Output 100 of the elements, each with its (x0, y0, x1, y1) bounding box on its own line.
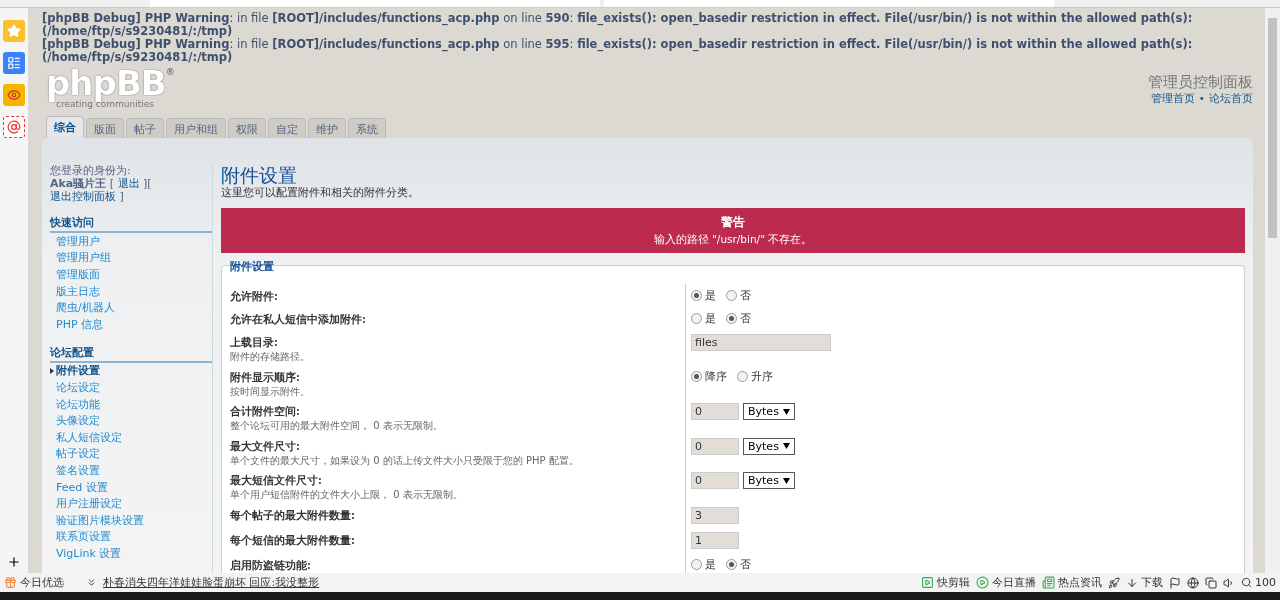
gift-icon (4, 576, 17, 589)
status-item[interactable]: 下载 (1141, 575, 1163, 590)
flag-icon[interactable] (1169, 576, 1181, 589)
radio-button[interactable] (737, 370, 748, 382)
scrollbar[interactable] (1265, 8, 1280, 573)
sidebar-item[interactable]: 头像设定 (50, 412, 212, 429)
sidebar-item[interactable]: 爬虫/机器人 (50, 299, 212, 316)
radio-button[interactable] (726, 558, 737, 570)
setting-description: 单个文件的最大尺寸，如果设为 0 的话上传文件大小只受限于您的 PHP 配置。 (230, 453, 580, 468)
nav-tab[interactable]: 维护 (308, 118, 346, 138)
globe-icon[interactable] (1187, 576, 1199, 589)
option-label: 升序 (751, 368, 773, 384)
setting-description: 附件的存储路径。 (230, 350, 311, 364)
setting-label: 允许在私人短信中添加附件: (230, 313, 367, 327)
sidebar-item[interactable]: Feed 设置 (50, 478, 212, 496)
unit-dropdown[interactable]: Bytes (743, 437, 795, 455)
input-field[interactable]: files (691, 334, 831, 351)
sidebar-item[interactable]: 用户注册设定 (50, 495, 212, 512)
caret-icon (782, 477, 790, 484)
sidebar-item[interactable]: 私人短信设定 (50, 428, 212, 446)
setting-label: 附件显示顺序: (230, 370, 301, 385)
sidebar-item[interactable]: 管理用户组 (50, 249, 212, 267)
setting-description: 按时间显示附件。 (230, 384, 311, 399)
option-label: 否 (740, 311, 751, 326)
radio-button[interactable] (726, 290, 737, 301)
bracket: [ (109, 177, 115, 190)
sidebar-item[interactable]: 论坛设定 (50, 379, 212, 396)
warning-message: 输入的路径 "/usr/bin/" 不存在。 (652, 233, 814, 247)
user-link[interactable]: 退出 (117, 177, 140, 190)
setting-description: 整个论坛可用的最大附件空间， 0 表示无限制。 (230, 419, 444, 433)
nav-tab[interactable]: 系统 (348, 118, 386, 138)
sidebar-item[interactable]: VigLink 设置 (50, 545, 212, 562)
input-field[interactable]: 3 (691, 506, 739, 524)
status-icon (921, 576, 934, 589)
nav-tab[interactable]: 综合 (46, 116, 84, 138)
section-title: 快速访问 (50, 215, 212, 233)
setting-label: 最大文件尺寸: (230, 439, 301, 454)
status-item[interactable]: 热点资讯 (1058, 575, 1102, 590)
option-label: 是 (705, 288, 716, 303)
sidebar-item[interactable]: 验证图片模块设置 (50, 511, 212, 529)
input-field[interactable]: 0 (691, 437, 739, 455)
input-field[interactable]: 0 (691, 403, 739, 420)
unit-dropdown[interactable]: Bytes (743, 403, 795, 420)
page-title: 附件设置 (221, 164, 298, 186)
sidebar-item[interactable]: 管理版面 (50, 266, 212, 283)
nav-tab[interactable]: 自定 (268, 118, 306, 138)
nav-tab[interactable]: 用户和组 (166, 118, 226, 138)
news-link[interactable]: 朴春消失四年洋娃娃脸蛋崩坏 回应:我没整形 (103, 575, 320, 590)
status-item[interactable]: 今日直播 (992, 575, 1036, 590)
nav-tab[interactable]: 权限 (228, 118, 266, 138)
status-item[interactable]: 快剪辑 (937, 575, 970, 590)
radio-button[interactable] (691, 370, 702, 382)
sidebar-item[interactable]: 版主日志 (50, 282, 212, 300)
at-icon[interactable] (3, 116, 25, 138)
status-icon (1042, 576, 1055, 589)
sidebar-item[interactable]: 管理用户 (50, 233, 212, 250)
input-field[interactable]: 0 (691, 472, 739, 489)
user-link[interactable]: 退出控制面板 (50, 190, 116, 203)
input-field[interactable]: 1 (691, 531, 739, 549)
sidebar-item[interactable]: 签名设置 (50, 462, 212, 479)
add-icon[interactable] (7, 555, 21, 569)
status-icon (976, 576, 989, 589)
copy-icon[interactable] (1205, 576, 1217, 589)
user-name: Aka骚片王 (50, 177, 107, 190)
rocket-icon[interactable] (1108, 576, 1120, 589)
header-link[interactable]: 管理首页 (1150, 92, 1195, 106)
section-title: 论坛配置 (50, 344, 212, 363)
nav-tab[interactable]: 版面 (86, 118, 124, 138)
panel-title: 管理员控制面板 (1148, 73, 1253, 92)
search-icon (1241, 577, 1252, 588)
sidebar-item[interactable]: 附件设置 (50, 362, 212, 380)
status-label[interactable]: 今日优选 (20, 575, 64, 590)
unit-dropdown[interactable]: Bytes (743, 472, 795, 489)
sidebar-item[interactable]: 论坛功能 (50, 395, 212, 413)
separator: • (1198, 92, 1205, 106)
setting-label: 启用防盗链功能: (230, 558, 312, 573)
setting-label: 允许附件: (230, 290, 279, 304)
volume-icon[interactable] (1223, 576, 1235, 589)
sidebar-item[interactable]: 帖子设定 (50, 445, 212, 463)
chevron-icon (50, 367, 54, 374)
radio-button[interactable] (691, 558, 702, 570)
header-link[interactable]: 论坛首页 (1209, 92, 1253, 106)
radio-button[interactable] (691, 290, 702, 301)
nav-tab[interactable]: 帖子 (126, 118, 164, 138)
sidebar-item[interactable]: PHP 信息 (50, 315, 212, 333)
radio-button[interactable] (691, 313, 702, 324)
zoom-level[interactable]: 100 (1255, 576, 1276, 589)
bracket: ] (119, 190, 124, 203)
setting-label: 合计附件空间: (230, 405, 301, 419)
news-icon[interactable] (3, 52, 25, 74)
sidebar-item[interactable]: 联系页设置 (50, 528, 212, 546)
option-label: 是 (705, 556, 716, 572)
warning-title: 警告 (720, 214, 746, 231)
radio-button[interactable] (726, 313, 737, 324)
download-icon (1126, 576, 1138, 589)
option-label: 是 (705, 311, 716, 326)
setting-label: 每个帖子的最大附件数量: (230, 508, 356, 523)
chevron-icon[interactable] (86, 577, 97, 588)
page-description: 这里您可以配置附件和相关的附件分类。 (221, 186, 420, 200)
eye-icon[interactable] (3, 84, 25, 106)
